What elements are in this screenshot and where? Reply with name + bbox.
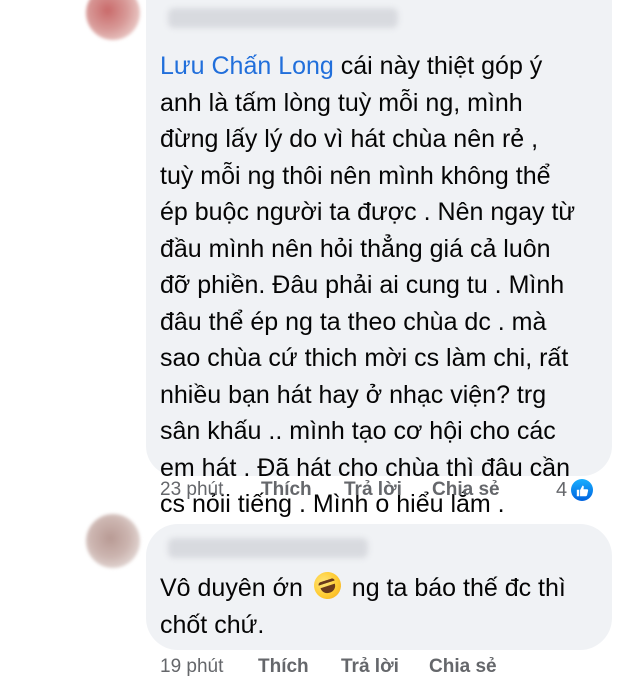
comment-actions: 19 phút Thích Trả lời Chia sẻ <box>0 655 620 679</box>
like-icon <box>571 479 594 501</box>
like-button[interactable]: Thích <box>258 655 309 679</box>
like-button[interactable]: Thích <box>261 478 312 502</box>
commenter-name-blurred[interactable] <box>168 538 368 558</box>
commenter-avatar[interactable] <box>86 0 140 40</box>
comment-timestamp[interactable]: 23 phút <box>160 478 223 502</box>
share-button[interactable]: Chia sẻ <box>432 478 500 502</box>
comment-text: Vô duyên ớn ng ta báo thế đc thì chốt ch… <box>160 568 600 643</box>
reply-button[interactable]: Trả lời <box>344 478 402 502</box>
reaction-count: 4 <box>556 478 568 501</box>
mention-link[interactable]: Lưu Chấn Long <box>160 52 334 80</box>
comment-text: Lưu Chấn Long cái này thiệt góp ý anh là… <box>160 48 600 523</box>
comment-actions: 23 phút Thích Trả lời Chia sẻ <box>0 478 620 502</box>
comment-body: cái này thiệt góp ý anh là tấm lòng tuỳ … <box>160 52 576 518</box>
laughing-emoji-icon <box>310 568 345 603</box>
commenter-name-blurred[interactable] <box>168 8 398 28</box>
comment-timestamp[interactable]: 19 phút <box>160 655 223 679</box>
comments-thread: Lưu Chấn Long cái này thiệt góp ý anh là… <box>0 0 620 691</box>
commenter-avatar[interactable] <box>86 514 140 568</box>
reaction-summary[interactable]: 4 <box>556 478 594 502</box>
reply-button[interactable]: Trả lời <box>341 655 399 679</box>
share-button[interactable]: Chia sẻ <box>429 655 497 679</box>
comment-body-start: Vô duyên ớn <box>160 574 310 602</box>
